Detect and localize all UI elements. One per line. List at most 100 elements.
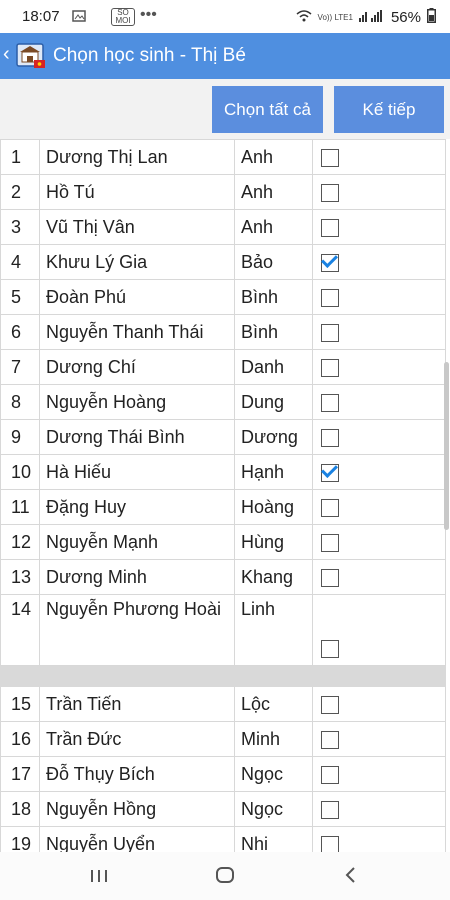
- image-notification-icon: [72, 10, 86, 25]
- student-first-name: Anh: [234, 209, 313, 245]
- select-all-button[interactable]: Chọn tất cả: [212, 86, 323, 133]
- student-name: Đặng Huy: [39, 489, 235, 525]
- table-row[interactable]: 2 Hồ Tú Anh: [0, 174, 446, 210]
- table-row[interactable]: 6 Nguyễn Thanh Thái Bình: [0, 314, 446, 350]
- select-cell: [312, 686, 446, 722]
- row-number: 13: [0, 559, 40, 595]
- student-name: Nguyễn Hoàng: [39, 384, 235, 420]
- next-button[interactable]: Kế tiếp: [334, 86, 444, 133]
- page-title: Chọn học sinh - Thị Bé: [53, 45, 246, 66]
- student-name: Dương Minh: [39, 559, 235, 595]
- student-name: Dương Thị Lan: [39, 139, 235, 175]
- back-icon[interactable]: [344, 864, 356, 890]
- student-table: 1 Dương Thị Lan Anh 2 Hồ Tú Anh 3 Vũ Thị Vân Anh…: [0, 139, 446, 897]
- row-number: 11: [0, 489, 40, 525]
- table-row[interactable]: 5 Đoàn Phú Bình: [0, 279, 446, 315]
- select-cell: [312, 279, 446, 315]
- table-row[interactable]: 17 Đỗ Thụy Bích Ngọc: [0, 756, 446, 792]
- select-checkbox[interactable]: [321, 218, 339, 237]
- row-number: 4: [0, 244, 40, 280]
- row-number: 6: [0, 314, 40, 350]
- table-row[interactable]: 1 Dương Thị Lan Anh: [0, 139, 446, 175]
- student-first-name: Ngọc: [234, 791, 313, 827]
- action-toolbar: Chọn tất cả Kế tiếp: [0, 79, 450, 139]
- student-name: Nguyễn Hồng: [39, 791, 235, 827]
- table-row[interactable]: 10 Hà Hiếu Hạnh: [0, 454, 446, 490]
- table-row[interactable]: 4 Khưu Lý Gia Bảo: [0, 244, 446, 280]
- student-first-name: Dung: [234, 384, 313, 420]
- student-first-name: Danh: [234, 349, 313, 385]
- divider-cell: [39, 665, 235, 687]
- table-row[interactable]: 8 Nguyễn Hoàng Dung: [0, 384, 446, 420]
- student-name: Trần Đức: [39, 721, 235, 757]
- school-logo-icon[interactable]: [13, 42, 47, 70]
- select-cell: [312, 594, 446, 666]
- select-checkbox[interactable]: [321, 765, 339, 784]
- status-bar: 18:07 SO MOI ••• Vo)) LTE1 56%: [0, 0, 450, 33]
- select-cell: [312, 209, 446, 245]
- home-icon[interactable]: [215, 864, 235, 890]
- student-name: Nguyễn Thanh Thái: [39, 314, 235, 350]
- select-checkbox[interactable]: [321, 640, 339, 659]
- student-name: Hồ Tú: [39, 174, 235, 210]
- status-right: Vo)) LTE1 56%: [296, 8, 436, 27]
- student-name: Đỗ Thụy Bích: [39, 756, 235, 792]
- student-first-name: Bình: [234, 279, 313, 315]
- more-notifications-icon: •••: [140, 6, 157, 23]
- table-row[interactable]: 15 Trần Tiến Lộc: [0, 686, 446, 722]
- select-checkbox[interactable]: [321, 533, 339, 552]
- select-cell: [312, 174, 446, 210]
- select-cell: [312, 524, 446, 560]
- row-number: 10: [0, 454, 40, 490]
- table-row[interactable]: 9 Dương Thái Bình Dương: [0, 419, 446, 455]
- student-name: Dương Chí: [39, 349, 235, 385]
- table-row[interactable]: 12 Nguyễn Mạnh Hùng: [0, 524, 446, 560]
- select-checkbox[interactable]: [321, 730, 339, 749]
- table-row[interactable]: 11 Đặng Huy Hoàng: [0, 489, 446, 525]
- table-row[interactable]: 13 Dương Minh Khang: [0, 559, 446, 595]
- table-row[interactable]: 14 Nguyễn Phương Hoài Linh: [0, 594, 446, 666]
- select-cell: [312, 454, 446, 490]
- battery-icon: [427, 8, 436, 27]
- select-checkbox[interactable]: [321, 568, 339, 587]
- network-label: Vo)) LTE1: [317, 12, 353, 22]
- select-checkbox[interactable]: [321, 253, 339, 272]
- student-first-name: Hoàng: [234, 489, 313, 525]
- select-cell: [312, 139, 446, 175]
- select-checkbox[interactable]: [321, 183, 339, 202]
- table-row[interactable]: 18 Nguyễn Hồng Ngọc: [0, 791, 446, 827]
- table-row[interactable]: 3 Vũ Thị Vân Anh: [0, 209, 446, 245]
- student-name: Nguyễn Mạnh: [39, 524, 235, 560]
- table-row[interactable]: 7 Dương Chí Danh: [0, 349, 446, 385]
- select-checkbox[interactable]: [321, 393, 339, 412]
- select-checkbox[interactable]: [321, 800, 339, 819]
- divider-cell: [234, 665, 313, 687]
- scrollbar[interactable]: [444, 362, 449, 530]
- select-checkbox[interactable]: [321, 695, 339, 714]
- select-checkbox[interactable]: [321, 428, 339, 447]
- chevron-left-icon[interactable]: ‹: [3, 43, 10, 66]
- select-cell: [312, 721, 446, 757]
- student-first-name: Hùng: [234, 524, 313, 560]
- recent-apps-icon[interactable]: [90, 864, 108, 890]
- row-number: 9: [0, 419, 40, 455]
- select-checkbox[interactable]: [321, 358, 339, 377]
- table-row[interactable]: 16 Trần Đức Minh: [0, 721, 446, 757]
- row-number: 16: [0, 721, 40, 757]
- row-number: 3: [0, 209, 40, 245]
- select-checkbox[interactable]: [321, 463, 339, 482]
- system-nav-bar: [0, 852, 450, 900]
- student-first-name: Bình: [234, 314, 313, 350]
- select-checkbox[interactable]: [321, 323, 339, 342]
- student-first-name: Anh: [234, 139, 313, 175]
- select-checkbox[interactable]: [321, 148, 339, 167]
- student-name: Khưu Lý Gia: [39, 244, 235, 280]
- select-cell: [312, 419, 446, 455]
- select-cell: [312, 559, 446, 595]
- select-checkbox[interactable]: [321, 288, 339, 307]
- select-cell: [312, 489, 446, 525]
- select-checkbox[interactable]: [321, 498, 339, 517]
- row-number: 2: [0, 174, 40, 210]
- select-cell: [312, 791, 446, 827]
- student-first-name: Lộc: [234, 686, 313, 722]
